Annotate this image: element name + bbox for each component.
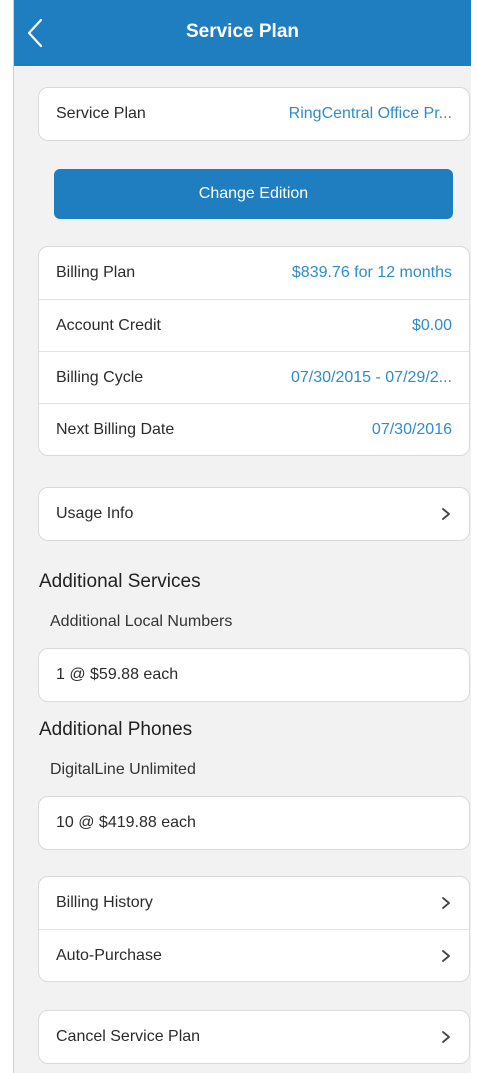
additional-phones-title: Additional Phones (39, 719, 193, 740)
change-edition-button[interactable]: Change Edition (54, 169, 453, 219)
billing-history-row[interactable]: Billing History (39, 877, 469, 929)
account-credit-row: Account Credit $0.00 (39, 299, 469, 351)
account-credit-value: $0.00 (411, 316, 452, 334)
device-frame-right (471, 0, 477, 1073)
additional-local-numbers-value: 1 @ $59.88 each (56, 666, 179, 683)
digitalline-unlimited-title: DigitalLine Unlimited (50, 761, 196, 778)
additional-local-numbers-title: Additional Local Numbers (50, 613, 233, 630)
billing-card: Billing Plan $839.76 for 12 months Accou… (38, 246, 470, 456)
billing-cycle-value: 07/30/2015 - 07/29/2... (290, 368, 452, 386)
chevron-right-icon (442, 949, 450, 962)
additional-local-numbers-row: 1 @ $59.88 each (39, 649, 469, 701)
digitalline-unlimited-row: 10 @ $419.88 each (39, 797, 469, 849)
additional-local-numbers-card: 1 @ $59.88 each (38, 648, 470, 702)
auto-purchase-row[interactable]: Auto-Purchase (39, 929, 469, 981)
digitalline-unlimited-card: 10 @ $419.88 each (38, 796, 470, 850)
account-credit-label: Account Credit (56, 316, 161, 334)
chevron-right-icon (442, 508, 450, 520)
next-billing-date-value: 07/30/2016 (371, 420, 452, 438)
billing-plan-label: Billing Plan (56, 264, 136, 281)
billing-history-label: Billing History (56, 894, 153, 911)
auto-purchase-label: Auto-Purchase (56, 946, 162, 964)
usage-info-row[interactable]: Usage Info (39, 488, 469, 540)
usage-info-card: Usage Info (38, 487, 470, 541)
next-billing-date-row: Next Billing Date 07/30/2016 (39, 403, 469, 455)
digitalline-unlimited-value: 10 @ $419.88 each (56, 814, 196, 831)
billing-cycle-label: Billing Cycle (56, 368, 144, 386)
billing-cycle-row: Billing Cycle 07/30/2015 - 07/29/2... (39, 351, 469, 403)
cancel-service-plan-label: Cancel Service Plan (56, 1028, 201, 1045)
next-billing-date-label: Next Billing Date (56, 420, 175, 438)
screen: Service Plan Service Plan RingCentral Of… (14, 0, 471, 1073)
page-title: Service Plan (185, 21, 300, 42)
device-frame-left (0, 0, 14, 1073)
chevron-right-icon (442, 1031, 450, 1043)
history-card: Billing History Auto-Purchase (38, 876, 470, 982)
service-plan-label: Service Plan (56, 105, 146, 122)
cancel-service-plan-row[interactable]: Cancel Service Plan (39, 1011, 469, 1063)
chevron-right-icon (442, 897, 450, 909)
service-plan-value: RingCentral Office Pr... (288, 105, 452, 122)
service-plan-card: Service Plan RingCentral Office Pr... (38, 87, 470, 141)
billing-plan-row: Billing Plan $839.76 for 12 months (39, 247, 469, 299)
header-bar: Service Plan (14, 0, 471, 66)
additional-services-title: Additional Services (39, 571, 201, 592)
usage-info-label: Usage Info (56, 505, 134, 522)
service-plan-row[interactable]: Service Plan RingCentral Office Pr... (39, 88, 469, 140)
billing-plan-value: $839.76 for 12 months (291, 264, 452, 281)
cancel-service-plan-card: Cancel Service Plan (38, 1010, 470, 1064)
